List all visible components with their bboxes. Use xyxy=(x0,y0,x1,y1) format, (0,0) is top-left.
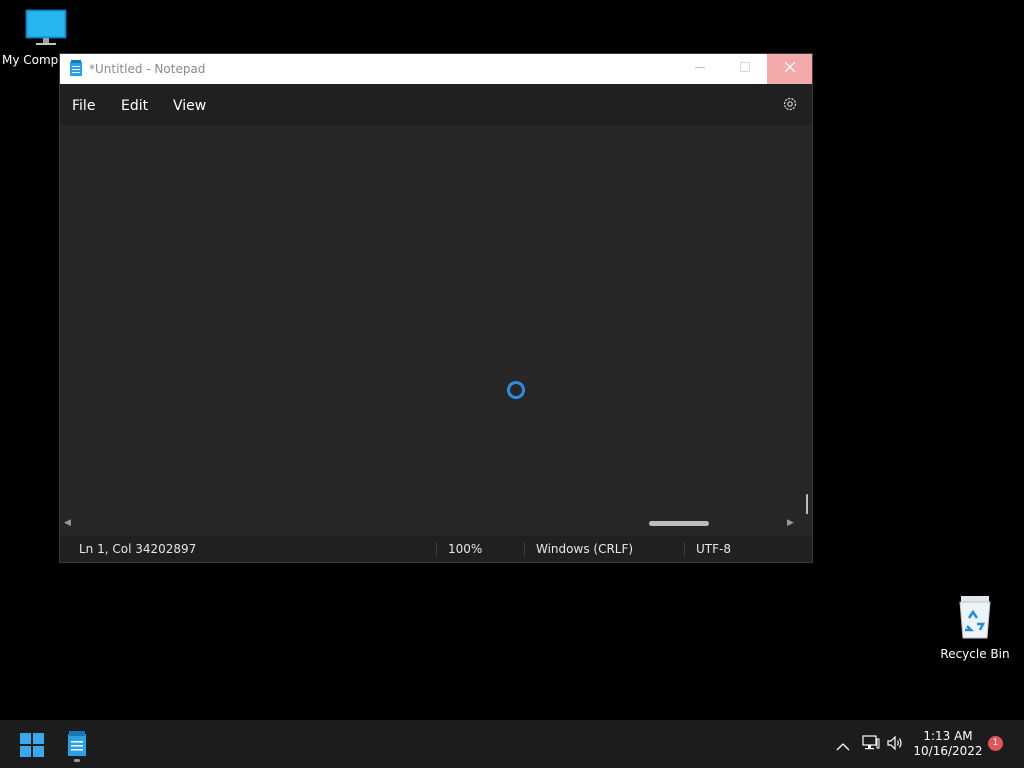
maximize-button[interactable] xyxy=(722,54,767,84)
close-icon xyxy=(784,61,795,73)
text-editor[interactable] xyxy=(60,126,812,514)
chevron-up-icon xyxy=(836,743,850,751)
notepad-icon xyxy=(68,731,86,756)
zoom-level: 100% xyxy=(448,542,483,556)
loading-spinner-icon xyxy=(507,381,525,399)
scroll-right-icon[interactable]: ▶ xyxy=(787,518,794,528)
status-divider xyxy=(436,542,437,556)
notepad-icon xyxy=(70,60,82,76)
menu-view[interactable]: View xyxy=(173,98,206,114)
clock[interactable]: 1:13 AM 10/16/2022 xyxy=(912,729,984,759)
line-endings: Windows (CRLF) xyxy=(536,542,634,556)
menu-file[interactable]: File xyxy=(72,98,95,114)
maximize-icon xyxy=(739,62,750,72)
window-title: *Untitled - Notepad xyxy=(89,62,206,76)
windows-logo-icon xyxy=(20,733,44,757)
volume-icon xyxy=(887,735,902,751)
notification-badge[interactable]: 1 xyxy=(988,736,1003,751)
volume-button[interactable] xyxy=(886,735,904,755)
notepad-window: *Untitled - Notepad File Edit View ◀ ▶ L… xyxy=(59,53,813,563)
settings-button[interactable] xyxy=(782,96,798,116)
encoding: UTF-8 xyxy=(696,542,731,556)
title-bar[interactable]: *Untitled - Notepad xyxy=(60,54,812,84)
show-hidden-icons-button[interactable] xyxy=(836,737,850,756)
taskbar: 1:13 AM 10/16/2022 1 xyxy=(0,720,1024,768)
minimize-button[interactable] xyxy=(677,54,722,84)
clock-time: 1:13 AM xyxy=(923,729,973,743)
status-bar: Ln 1, Col 34202897 100% Windows (CRLF) U… xyxy=(60,536,812,562)
recycle-bin-icon xyxy=(959,596,991,639)
network-icon xyxy=(862,735,880,750)
menu-edit[interactable]: Edit xyxy=(121,98,148,114)
taskbar-notepad-button[interactable] xyxy=(66,731,88,761)
desktop-icon-label: Recycle Bin xyxy=(940,647,1010,661)
cursor-position: Ln 1, Col 34202897 xyxy=(79,542,197,556)
menu-bar: File Edit View xyxy=(60,84,812,126)
start-button[interactable] xyxy=(20,733,44,757)
network-button[interactable] xyxy=(862,735,880,755)
clock-date: 10/16/2022 xyxy=(913,744,983,758)
active-app-indicator xyxy=(74,759,80,762)
horizontal-scrollbar[interactable]: ◀ ▶ xyxy=(60,514,812,534)
minimize-icon xyxy=(694,67,705,68)
status-divider xyxy=(684,542,685,556)
horizontal-scrollbar-thumb[interactable] xyxy=(649,521,709,526)
desktop-icon-recycle-bin[interactable]: Recycle Bin xyxy=(938,594,1012,661)
close-button[interactable] xyxy=(767,54,812,84)
gear-icon xyxy=(783,97,797,111)
scroll-left-icon[interactable]: ◀ xyxy=(64,518,71,528)
status-divider xyxy=(524,542,525,556)
monitor-icon xyxy=(25,9,67,45)
